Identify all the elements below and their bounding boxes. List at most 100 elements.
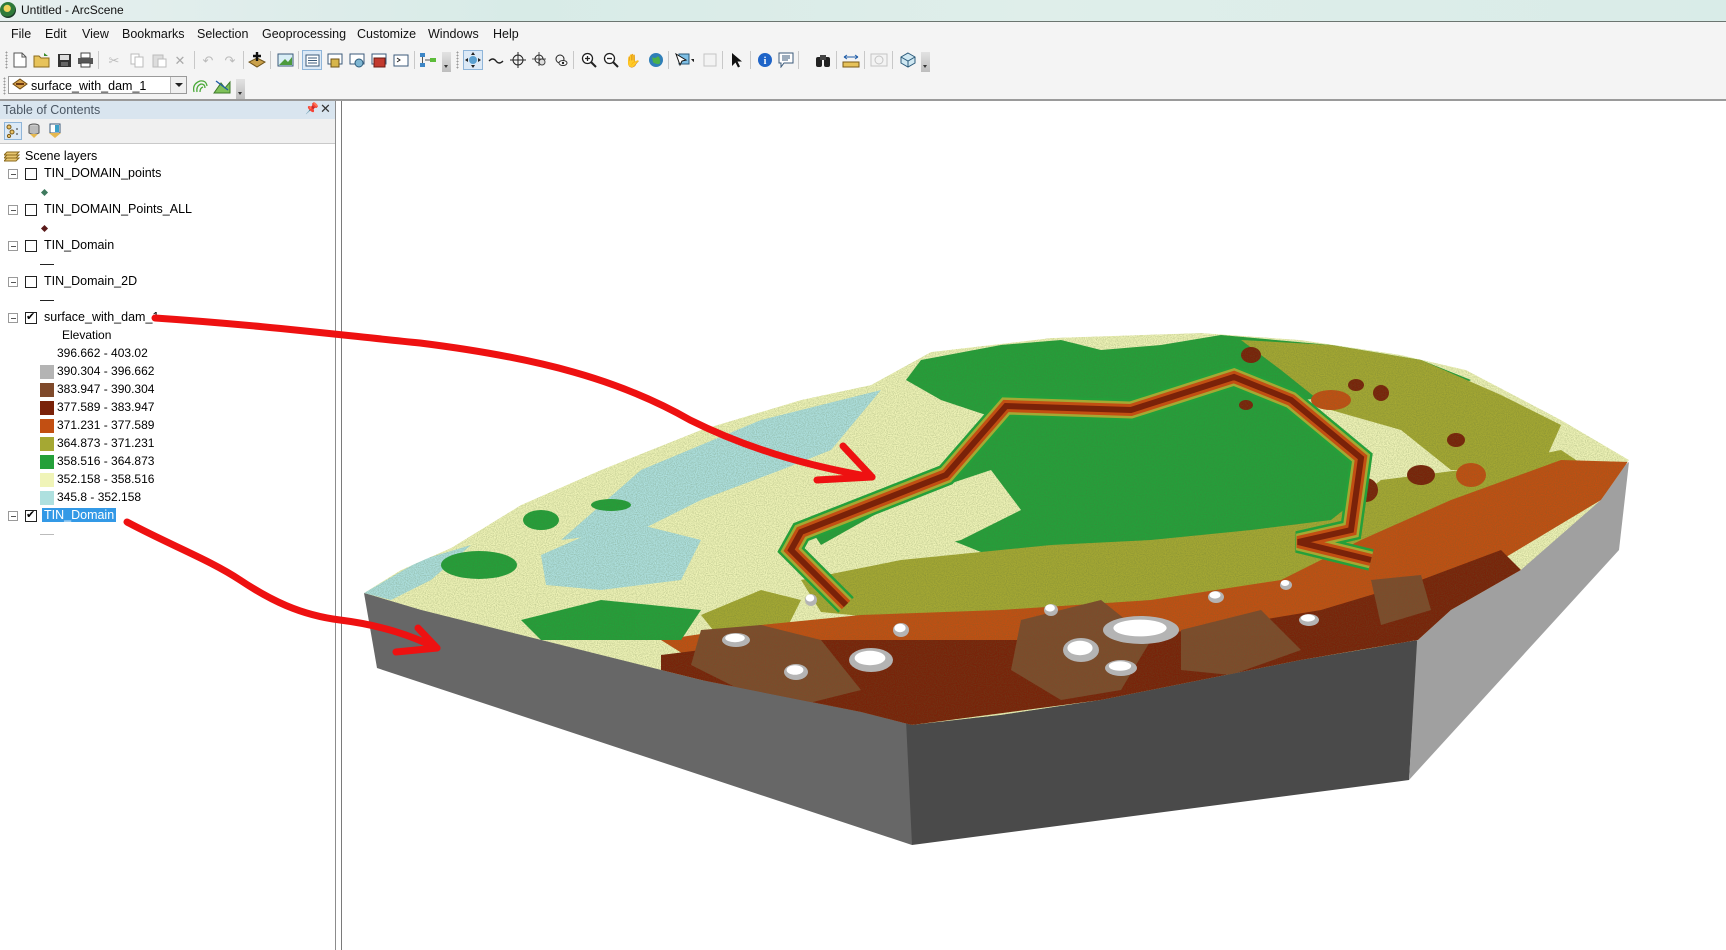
line-of-sight-icon[interactable]	[212, 76, 232, 96]
legend-swatch	[40, 383, 54, 397]
fly-icon[interactable]	[486, 50, 506, 70]
menu-help[interactable]: Help	[493, 27, 519, 41]
toolbar-grip[interactable]	[5, 51, 8, 69]
layer-selector-dropdown[interactable]: surface_with_dam_1	[8, 76, 187, 94]
line-symbol-icon	[40, 300, 54, 301]
layer-name[interactable]: TIN_Domain	[44, 238, 114, 252]
list-by-source-icon[interactable]	[25, 122, 43, 140]
scene-properties-icon[interactable]	[275, 50, 295, 70]
layer-visibility-checkbox[interactable]	[25, 508, 37, 522]
peak-396-403	[786, 665, 804, 675]
toolbar-overflow-button[interactable]	[236, 79, 245, 99]
layer-name[interactable]: surface_with_dam_1	[44, 310, 159, 324]
list-by-visibility-icon[interactable]	[46, 122, 64, 140]
toolbar-grip[interactable]	[456, 51, 459, 69]
find-icon[interactable]	[813, 50, 833, 70]
toc-layer-row[interactable]: surface_with_dam_1	[0, 310, 330, 327]
close-icon[interactable]: ✕	[320, 101, 331, 117]
add-data-icon[interactable]	[247, 50, 267, 70]
layer-visibility-checkbox[interactable]	[25, 204, 37, 216]
layer-visibility-checkbox[interactable]	[25, 310, 37, 324]
undo-icon[interactable]: ↶	[198, 50, 218, 70]
menu-geoprocessing[interactable]: Geoprocessing	[262, 27, 346, 41]
scene-layers-root[interactable]: Scene layers	[0, 149, 300, 166]
search-window-icon[interactable]	[347, 50, 367, 70]
collapse-toggle[interactable]	[8, 277, 18, 287]
clear-selection-icon[interactable]	[700, 50, 720, 70]
catalog-icon[interactable]	[325, 50, 345, 70]
menu-selection[interactable]: Selection	[197, 27, 248, 41]
chevron-down-icon[interactable]	[170, 77, 186, 93]
new-document-icon[interactable]	[10, 50, 30, 70]
python-window-icon[interactable]	[391, 50, 411, 70]
toolbar-separator	[98, 51, 99, 69]
copy-icon[interactable]	[127, 50, 147, 70]
legend-swatch	[40, 455, 54, 469]
toolbar-grip[interactable]	[3, 77, 6, 95]
set-observer-icon[interactable]	[551, 50, 571, 70]
cut-icon[interactable]: ✂	[104, 50, 124, 70]
html-popup-icon[interactable]	[776, 50, 796, 70]
toolbar-overflow-button[interactable]	[442, 52, 451, 72]
legend-swatch	[40, 365, 54, 379]
zoom-to-target-icon[interactable]	[530, 50, 550, 70]
toc-layer-row[interactable]: TIN_Domain_2D	[0, 274, 330, 291]
collapse-toggle[interactable]	[8, 511, 18, 521]
menu-bookmarks[interactable]: Bookmarks	[122, 27, 185, 41]
layer-visibility-checkbox[interactable]	[25, 168, 37, 180]
collapse-toggle[interactable]	[8, 241, 18, 251]
legend-class-label: 352.158 - 358.516	[57, 472, 155, 486]
paste-icon[interactable]	[149, 50, 169, 70]
print-icon[interactable]	[75, 50, 95, 70]
legend-class-label: 383.947 - 390.304	[57, 382, 155, 396]
navigate-icon[interactable]	[463, 50, 483, 70]
list-by-drawing-order-icon[interactable]	[4, 122, 22, 140]
layer-visibility-checkbox[interactable]	[25, 276, 37, 288]
open-folder-icon[interactable]	[32, 50, 52, 70]
3d-effects-icon[interactable]	[898, 50, 918, 70]
toc-layer-row[interactable]: TIN_Domain	[0, 508, 330, 525]
measure-icon[interactable]	[841, 50, 861, 70]
zoom-in-icon[interactable]	[579, 50, 599, 70]
menu-view[interactable]: View	[82, 27, 109, 41]
time-slider-icon[interactable]	[869, 50, 889, 70]
toolbar-separator	[573, 51, 574, 69]
peak-396-403	[805, 594, 815, 602]
target-center-icon[interactable]	[508, 50, 528, 70]
arctoolbox-icon[interactable]	[369, 50, 389, 70]
modelbuilder-icon[interactable]	[418, 50, 438, 70]
collapse-toggle[interactable]	[8, 313, 18, 323]
pin-icon[interactable]: 📌	[305, 102, 319, 115]
toc-layer-row[interactable]: TIN_DOMAIN_points	[0, 166, 330, 183]
legend-swatch	[40, 437, 54, 451]
menu-file[interactable]: File	[11, 27, 31, 41]
menu-windows[interactable]: Windows	[428, 27, 479, 41]
select-features-icon[interactable]	[674, 50, 694, 70]
scene-layers-label: Scene layers	[25, 149, 98, 163]
identify-icon[interactable]: i	[755, 50, 775, 70]
menu-edit[interactable]: Edit	[45, 27, 67, 41]
delete-icon[interactable]: ✕	[170, 50, 190, 70]
contour-icon[interactable]	[190, 76, 210, 96]
scene-view[interactable]	[341, 101, 1726, 950]
pan-icon[interactable]: ✋	[623, 50, 643, 70]
redo-icon[interactable]: ↷	[220, 50, 240, 70]
layer-name[interactable]: TIN_DOMAIN_points	[44, 166, 161, 180]
toc-layer-row[interactable]: TIN_Domain	[0, 238, 330, 255]
zoom-out-icon[interactable]	[601, 50, 621, 70]
toolbar-separator	[414, 51, 415, 69]
layer-name[interactable]: TIN_Domain	[42, 508, 117, 522]
table-of-contents-icon[interactable]	[302, 50, 322, 70]
collapse-toggle[interactable]	[8, 169, 18, 179]
save-icon[interactable]	[54, 50, 74, 70]
layer-name[interactable]: TIN_DOMAIN_Points_ALL	[44, 202, 192, 216]
collapse-toggle[interactable]	[8, 205, 18, 215]
full-extent-icon[interactable]	[646, 50, 666, 70]
toc-layer-row[interactable]: TIN_DOMAIN_Points_ALL	[0, 202, 330, 219]
layer-name[interactable]: TIN_Domain_2D	[44, 274, 137, 288]
select-elements-icon[interactable]	[727, 50, 747, 70]
toolbar-overflow-button[interactable]	[921, 52, 930, 72]
layer-visibility-checkbox[interactable]	[25, 240, 37, 252]
menu-customize[interactable]: Customize	[357, 27, 416, 41]
3d-scene-canvas[interactable]	[342, 101, 1726, 950]
